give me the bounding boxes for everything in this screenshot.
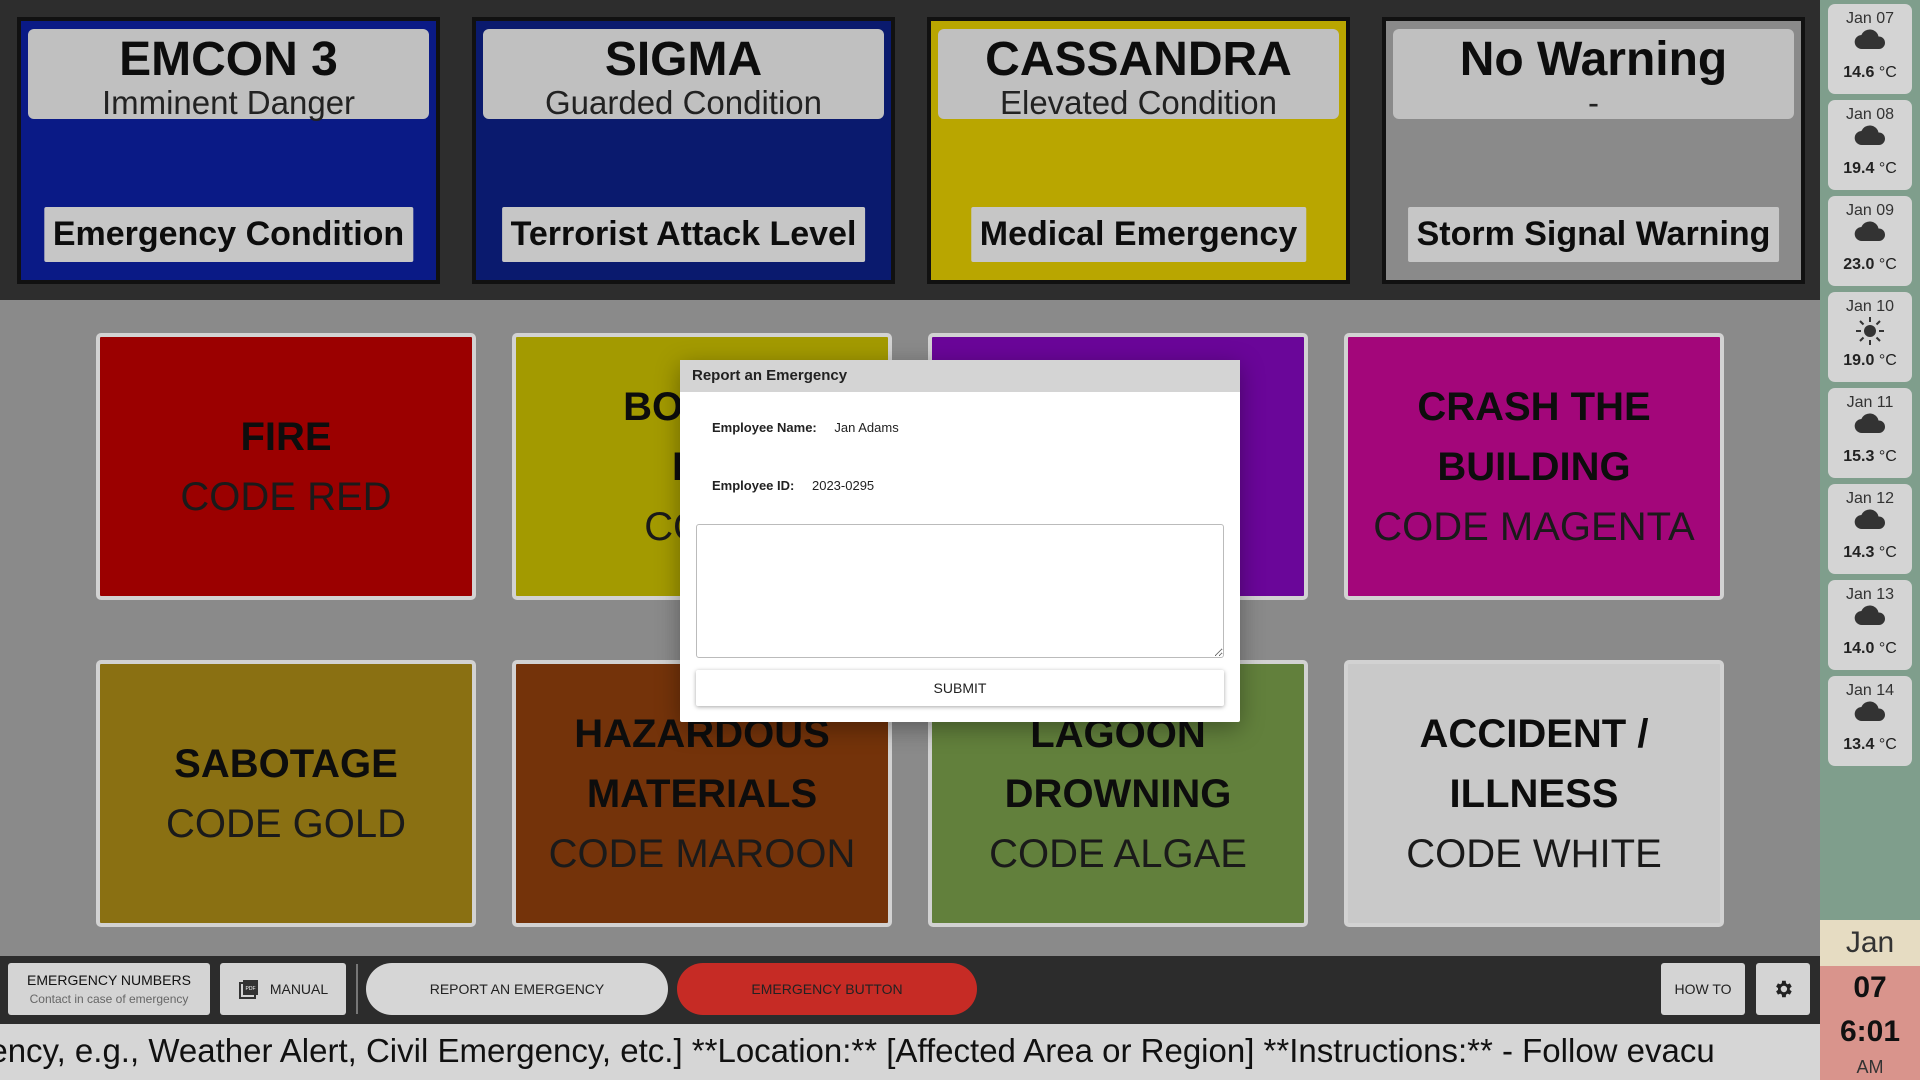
weather-temp-unit: °C <box>1878 352 1897 369</box>
employee-id-value: 2023-0295 <box>811 478 875 493</box>
weather-temp-value: 19.4 <box>1843 160 1875 177</box>
weather-date: Jan 11 <box>1846 394 1894 411</box>
weather-card: Jan 14 13.4 °C <box>1828 676 1912 766</box>
employee-id-label: Employee ID: <box>712 478 795 493</box>
weather-temp-value: 14.6 <box>1843 64 1875 81</box>
clock-ampm: AM <box>1820 1054 1920 1080</box>
weather-temp-value: 14.0 <box>1843 640 1875 657</box>
weather-card: Jan 07 14.6 °C <box>1828 4 1912 94</box>
weather-temp-unit: °C <box>1878 448 1897 465</box>
weather-sidebar: Jan 07 14.6 °C Jan 08 19.4 °C Jan 09 23.0 °C J… <box>1820 0 1920 920</box>
cloud-icon <box>1828 28 1912 64</box>
weather-temp-unit: °C <box>1878 544 1897 561</box>
weather-temp: 14.0 °C <box>1828 640 1912 658</box>
weather-date: Jan 13 <box>1845 586 1895 603</box>
weather-temp-value: 19.0 <box>1843 352 1875 369</box>
weather-temp: 19.0 °C <box>1828 352 1912 370</box>
weather-date: Jan 12 <box>1845 490 1895 507</box>
weather-date: Jan 07 <box>1845 10 1895 27</box>
clock-month: Jan <box>1820 920 1920 966</box>
employee-name-row: Employee Name: Jan Adams <box>712 420 899 435</box>
weather-temp-unit: °C <box>1878 256 1897 273</box>
weather-card: Jan 11 15.3 °C <box>1828 388 1912 478</box>
weather-temp-unit: °C <box>1878 160 1897 177</box>
employee-name-value: Jan Adams <box>834 420 899 435</box>
cloud-icon <box>1828 508 1912 544</box>
weather-card: Jan 09 23.0 °C <box>1828 196 1912 286</box>
emergency-description-textarea[interactable] <box>696 524 1224 658</box>
sun-icon <box>1828 316 1912 352</box>
cloud-icon <box>1828 124 1912 160</box>
weather-date: Jan 09 <box>1845 202 1895 219</box>
cloud-icon <box>1828 220 1912 256</box>
weather-date: Jan 14 <box>1845 682 1895 699</box>
weather-card: Jan 13 14.0 °C <box>1828 580 1912 670</box>
report-emergency-dialog: Report an Emergency Employee Name: Jan A… <box>680 360 1240 722</box>
weather-temp: 14.3 °C <box>1828 544 1912 562</box>
clock-day: 07 <box>1820 966 1920 1010</box>
cloud-icon <box>1828 412 1912 448</box>
clock-time: 6:01 <box>1820 1010 1920 1054</box>
weather-card: Jan 10 19.0 °C <box>1828 292 1912 382</box>
weather-date: Jan 08 <box>1845 106 1895 123</box>
clock: Jan 07 6:01 AM <box>1820 920 1920 1080</box>
employee-name-label: Employee Name: <box>712 420 817 435</box>
weather-temp: 14.6 °C <box>1828 64 1912 82</box>
weather-temp: 13.4 °C <box>1828 736 1912 754</box>
weather-temp-unit: °C <box>1878 64 1897 81</box>
dialog-title: Report an Emergency <box>680 360 1240 392</box>
weather-temp: 23.0 °C <box>1828 256 1912 274</box>
cloud-icon <box>1828 700 1912 736</box>
weather-temp-unit: °C <box>1878 640 1897 657</box>
weather-temp-value: 14.3 <box>1843 544 1875 561</box>
weather-temp-value: 23.0 <box>1843 256 1875 273</box>
weather-temp-value: 15.3 <box>1843 448 1875 465</box>
weather-temp: 19.4 °C <box>1828 160 1912 178</box>
cloud-icon <box>1828 604 1912 640</box>
weather-date: Jan 10 <box>1845 298 1895 315</box>
employee-id-row: Employee ID: 2023-0295 <box>712 478 874 493</box>
submit-button[interactable]: SUBMIT <box>696 670 1224 706</box>
weather-temp-unit: °C <box>1878 736 1897 753</box>
weather-card: Jan 08 19.4 °C <box>1828 100 1912 190</box>
weather-temp-value: 13.4 <box>1843 736 1875 753</box>
weather-card: Jan 12 14.3 °C <box>1828 484 1912 574</box>
weather-temp: 15.3 °C <box>1828 448 1912 466</box>
